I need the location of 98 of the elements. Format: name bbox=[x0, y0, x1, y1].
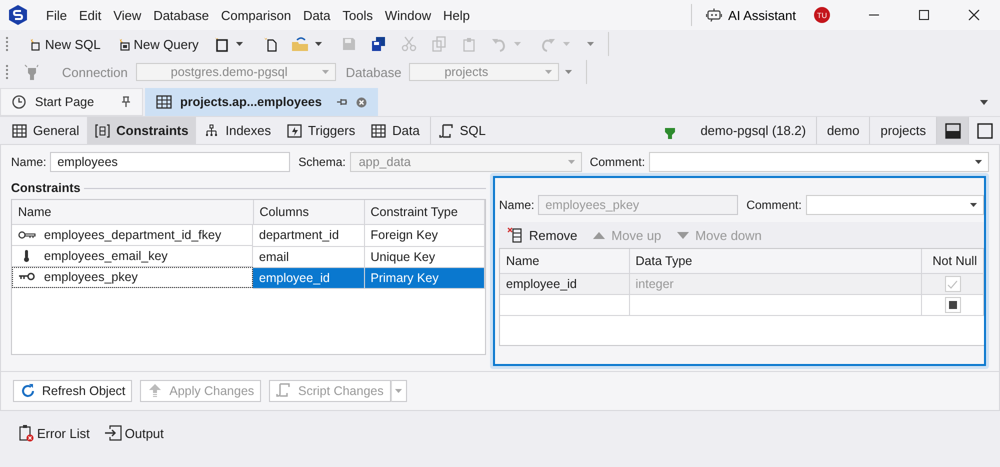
document-tab[interactable]: projects.ap...employees bbox=[145, 88, 378, 116]
section-title: Constraints bbox=[11, 181, 80, 195]
name-label: Name: bbox=[499, 198, 534, 212]
connection-label: Connection bbox=[62, 64, 128, 80]
clock-icon bbox=[11, 94, 27, 110]
toolbar-button[interactable]: Remove bbox=[499, 227, 586, 243]
action-button[interactable]: Refresh Object bbox=[13, 380, 132, 402]
ai-assistant-button[interactable]: AI Assistant bbox=[698, 8, 804, 22]
caret-icon bbox=[562, 42, 570, 46]
table-cell[interactable]: employee_id bbox=[253, 267, 364, 288]
folder-icon bbox=[290, 36, 309, 52]
editor-tab[interactable]: Data bbox=[363, 117, 428, 144]
column-header[interactable]: Name bbox=[500, 249, 629, 274]
editor-tab[interactable]: Constraints bbox=[87, 117, 196, 144]
scissors-icon bbox=[400, 36, 418, 52]
menu-item[interactable]: Help bbox=[437, 8, 476, 22]
menu-item[interactable]: Window bbox=[378, 8, 438, 22]
comment-label: Comment: bbox=[590, 155, 646, 169]
table-cell[interactable]: employees_pkey bbox=[12, 267, 253, 288]
caret-icon bbox=[514, 42, 521, 46]
column-header[interactable]: Columns bbox=[253, 200, 364, 224]
caret-icon bbox=[395, 389, 402, 393]
app-logo-icon bbox=[8, 4, 28, 26]
undo-icon bbox=[490, 36, 508, 52]
comment-combo[interactable] bbox=[806, 195, 984, 215]
caret-icon bbox=[975, 160, 982, 164]
up-triangle-icon bbox=[593, 232, 606, 238]
column-header[interactable]: Data Type bbox=[629, 249, 922, 274]
toolbar-button[interactable]: New Query bbox=[108, 34, 205, 54]
editor-tab[interactable]: General bbox=[4, 117, 88, 144]
comment-combo[interactable] bbox=[649, 152, 989, 172]
split-layout-icon bbox=[944, 122, 960, 138]
pin-icon[interactable] bbox=[120, 96, 132, 108]
schema-label: Schema: bbox=[298, 155, 346, 169]
hierarchy-icon bbox=[204, 124, 220, 138]
table-cell[interactable]: Primary Key bbox=[364, 267, 484, 288]
column-header[interactable]: Not Null bbox=[922, 249, 984, 274]
bracket-icon bbox=[95, 124, 110, 138]
down-triangle-icon bbox=[677, 232, 690, 238]
table-cell[interactable] bbox=[500, 294, 629, 316]
menu-item[interactable]: Data bbox=[297, 8, 337, 22]
caret-icon bbox=[970, 203, 977, 207]
grid-icon bbox=[12, 124, 27, 138]
menu-item[interactable]: Edit bbox=[72, 8, 108, 22]
script-icon bbox=[276, 383, 292, 399]
remove-column-icon bbox=[507, 227, 523, 243]
overflow-caret-icon[interactable] bbox=[586, 42, 594, 46]
copy-icon bbox=[430, 36, 448, 52]
table-cell[interactable]: employees_department_id_fkey bbox=[12, 225, 253, 246]
toolbar-button[interactable]: New SQL bbox=[20, 34, 107, 54]
table-icon bbox=[156, 95, 172, 109]
split-layout-button[interactable] bbox=[936, 117, 968, 144]
column-header[interactable]: Constraint Type bbox=[364, 200, 484, 224]
document-tab[interactable]: Start Page bbox=[0, 88, 144, 116]
single-layout-icon bbox=[976, 122, 992, 138]
up-arrow-icon bbox=[147, 383, 164, 399]
lightning-icon bbox=[287, 124, 302, 138]
column-header[interactable]: Name bbox=[12, 200, 253, 224]
menu-item[interactable]: Tools bbox=[336, 8, 379, 22]
menu-item[interactable]: File bbox=[40, 8, 73, 22]
editor-tab[interactable]: Indexes bbox=[196, 117, 280, 144]
panel-tab[interactable]: Error List bbox=[18, 424, 90, 442]
menu-item[interactable]: Comparison bbox=[214, 8, 298, 22]
menu-item[interactable]: View bbox=[107, 8, 148, 22]
save-all-icon bbox=[370, 36, 388, 52]
clipboard-error-icon bbox=[18, 424, 34, 442]
comment-label: Comment: bbox=[746, 198, 802, 212]
caret-icon bbox=[545, 70, 552, 74]
maximize-icon[interactable] bbox=[918, 9, 930, 21]
overflow-caret-icon[interactable] bbox=[565, 70, 572, 74]
table-cell[interactable]: Unique Key bbox=[364, 246, 484, 267]
tab-list-caret-icon[interactable] bbox=[980, 100, 988, 104]
database-label: Database bbox=[346, 64, 402, 80]
table-cell[interactable]: email bbox=[253, 246, 364, 267]
caret-icon bbox=[568, 160, 575, 164]
pin-icon[interactable] bbox=[336, 96, 348, 108]
table-cell[interactable] bbox=[629, 294, 922, 316]
connection-name: demo-pgsql (18.2) bbox=[699, 122, 807, 140]
caret-icon bbox=[314, 42, 322, 46]
grid-icon bbox=[371, 124, 386, 138]
not-null-checkbox[interactable] bbox=[944, 276, 960, 292]
output-arrow-icon bbox=[104, 425, 122, 441]
caret-icon bbox=[236, 42, 243, 46]
robot-icon bbox=[706, 8, 722, 22]
name-label: Name: bbox=[11, 155, 46, 169]
table-cell[interactable]: Foreign Key bbox=[364, 224, 484, 246]
table-cell[interactable]: employee_id bbox=[500, 274, 629, 294]
check-icon bbox=[947, 280, 958, 288]
caret-icon bbox=[322, 70, 329, 74]
name-field[interactable]: employees bbox=[50, 152, 290, 172]
menu-item[interactable]: Database bbox=[147, 8, 215, 22]
close-icon[interactable] bbox=[968, 9, 980, 21]
not-null-checkbox[interactable] bbox=[944, 297, 960, 313]
editor-tab[interactable]: Triggers bbox=[279, 117, 364, 144]
table-cell[interactable]: department_id bbox=[253, 224, 364, 246]
script-icon bbox=[438, 124, 454, 138]
panel-tab[interactable]: Output bbox=[104, 425, 164, 441]
refresh-icon bbox=[20, 383, 36, 399]
